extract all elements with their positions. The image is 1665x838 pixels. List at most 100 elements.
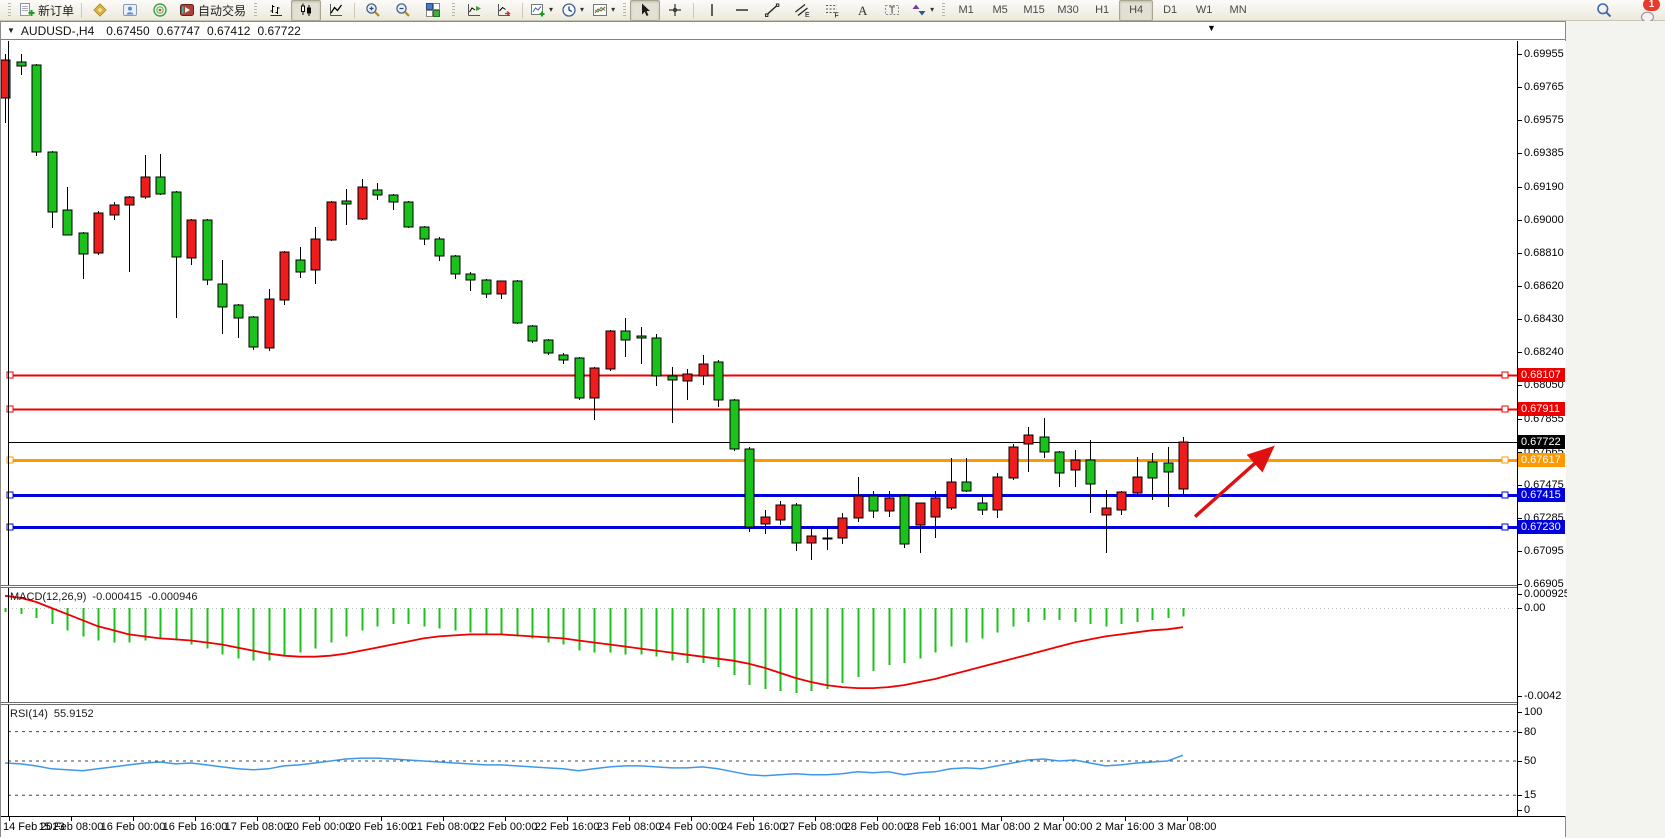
auto-trading-button[interactable]: 自动交易 bbox=[175, 0, 250, 21]
auto-trading-label: 自动交易 bbox=[198, 2, 246, 19]
hline-price-badge: 0.68107 bbox=[1518, 368, 1565, 382]
timeframe-h4-button[interactable]: H4 bbox=[1119, 0, 1153, 21]
text-label-button[interactable]: T bbox=[877, 0, 907, 21]
time-label: 16 Feb 16:00 bbox=[163, 821, 228, 833]
toolbar-separator bbox=[693, 3, 694, 18]
new-chart-button[interactable]: ▾ bbox=[526, 0, 557, 21]
templates-icon bbox=[592, 2, 608, 18]
zoom-in-button[interactable] bbox=[358, 0, 388, 21]
rsi-line bbox=[5, 755, 1183, 776]
horizontal-line-icon bbox=[734, 2, 750, 18]
cursor-button[interactable] bbox=[630, 0, 660, 21]
fibonacci-icon: F bbox=[824, 2, 840, 18]
time-label: 16 Feb 00:00 bbox=[101, 821, 166, 833]
chevron-down-icon: ▾ bbox=[549, 6, 553, 14]
hline-0.67415[interactable] bbox=[7, 492, 1517, 498]
svg-text:E: E bbox=[805, 12, 810, 18]
hline-price-badge: 0.67911 bbox=[1518, 402, 1565, 416]
hline-0.67230[interactable] bbox=[7, 524, 1517, 530]
timeframe-m5-button[interactable]: M5 bbox=[983, 0, 1017, 21]
axis-tick-label: 0 bbox=[1524, 804, 1530, 816]
hline-0.68107[interactable] bbox=[7, 372, 1517, 378]
chart-candles-icon bbox=[298, 2, 314, 18]
chart-shift-button[interactable] bbox=[459, 0, 489, 21]
toolbar-grip bbox=[452, 3, 455, 18]
axis-tick-label: 0.68430 bbox=[1524, 313, 1564, 325]
axis-tick bbox=[1518, 518, 1522, 519]
auto-scroll-button[interactable] bbox=[489, 0, 519, 21]
axis-tick-label: 50 bbox=[1524, 755, 1536, 767]
equidistant-channel-button[interactable]: E bbox=[787, 0, 817, 21]
time-label: 22 Feb 00:00 bbox=[473, 821, 538, 833]
zoom-out-button[interactable] bbox=[388, 0, 418, 21]
price-pane[interactable] bbox=[1, 41, 1517, 585]
axis-tick-label: 80 bbox=[1524, 726, 1536, 738]
time-label: 17 Feb 08:00 bbox=[225, 821, 290, 833]
community-icon bbox=[122, 2, 138, 18]
time-label: 27 Feb 08:00 bbox=[783, 821, 848, 833]
market-gold-button[interactable] bbox=[85, 0, 115, 21]
notifications-button[interactable]: 1 bbox=[1625, 0, 1655, 21]
new-order-button[interactable]: 新订单 bbox=[15, 0, 78, 21]
trendline-button[interactable] bbox=[757, 0, 787, 21]
timeframe-d1-button[interactable]: D1 bbox=[1153, 0, 1187, 21]
main-toolbar: 新订单 自动交易 ▾ ▾ ▾ E FA T ▾ M1M5M15M30H1H4D1W1MN 1 bbox=[0, 0, 1665, 21]
timeframe-m30-button[interactable]: M30 bbox=[1051, 0, 1085, 21]
notification-badge: 1 bbox=[1643, 0, 1660, 11]
toolbar-separator bbox=[522, 3, 523, 18]
search-button[interactable] bbox=[1589, 0, 1619, 21]
timeframe-w1-button[interactable]: W1 bbox=[1187, 0, 1221, 21]
axis-tick bbox=[1518, 153, 1522, 154]
chart-candles-button[interactable] bbox=[291, 0, 321, 21]
macd-name: MACD(12,26,9) bbox=[10, 591, 86, 603]
current-price-badge: 0.67722 bbox=[1518, 435, 1565, 449]
axis-tick bbox=[1518, 253, 1522, 254]
chevron-down-icon: ▾ bbox=[580, 6, 584, 14]
timeframe-m1-button[interactable]: M1 bbox=[949, 0, 983, 21]
axis-tick-label: 0.69765 bbox=[1524, 81, 1564, 93]
timeframe-h1-button[interactable]: H1 bbox=[1085, 0, 1119, 21]
time-label: 22 Feb 16:00 bbox=[535, 821, 600, 833]
chart-line-button[interactable] bbox=[321, 0, 351, 21]
vertical-line-button[interactable] bbox=[697, 0, 727, 21]
tile-windows-button[interactable] bbox=[418, 0, 448, 21]
axis-tick bbox=[1518, 385, 1522, 386]
toolbar-grip bbox=[8, 3, 11, 18]
gold-icon bbox=[92, 2, 108, 18]
fibonacci-button[interactable]: F bbox=[817, 0, 847, 21]
arrow-objects-button[interactable]: ▾ bbox=[907, 0, 938, 21]
hline-0.67617[interactable] bbox=[7, 457, 1517, 463]
zoom-out-icon bbox=[395, 2, 411, 18]
axis-tick-label: 0.69000 bbox=[1524, 214, 1564, 226]
crosshair-button[interactable] bbox=[660, 0, 690, 21]
axis-tick-label: 0.69575 bbox=[1524, 114, 1564, 126]
horizontal-line-button[interactable] bbox=[727, 0, 757, 21]
new-order-label: 新订单 bbox=[38, 2, 74, 19]
symbol-dropdown-icon[interactable]: ▼ bbox=[7, 26, 15, 35]
timeframe-mn-button[interactable]: MN bbox=[1221, 0, 1255, 21]
rsi-pane[interactable] bbox=[1, 705, 1517, 816]
axis-tick bbox=[1518, 187, 1522, 188]
svg-text:T: T bbox=[889, 6, 895, 17]
signals-button[interactable] bbox=[145, 0, 175, 21]
axis-tick bbox=[1518, 54, 1522, 55]
periods-list-button[interactable]: ▾ bbox=[557, 0, 588, 21]
new-chart-icon bbox=[530, 2, 546, 18]
macd-pane[interactable] bbox=[1, 588, 1517, 702]
text-button[interactable]: A bbox=[847, 0, 877, 21]
time-label: 1 Mar 08:00 bbox=[972, 821, 1031, 833]
timeframe-m15-button[interactable]: M15 bbox=[1017, 0, 1051, 21]
community-button[interactable] bbox=[115, 0, 145, 21]
time-axis[interactable]: 14 Feb 202315 Feb 08:0016 Feb 00:0016 Fe… bbox=[1, 816, 1565, 838]
chart-bars-button[interactable] bbox=[261, 0, 291, 21]
chart-shift-marker-icon[interactable]: ▼ bbox=[1207, 24, 1216, 33]
text-label-icon: T bbox=[884, 2, 900, 18]
toolbar-grip bbox=[942, 3, 945, 18]
templates-button[interactable]: ▾ bbox=[588, 0, 619, 21]
hline-0.67911[interactable] bbox=[7, 406, 1517, 412]
hline-price-badge: 0.67230 bbox=[1518, 520, 1565, 534]
chart-line-icon bbox=[328, 2, 344, 18]
trendline-icon bbox=[764, 2, 780, 18]
axis-tick-label: 0.00 bbox=[1524, 602, 1545, 614]
rsi-label: RSI(14)55.9152 bbox=[10, 708, 100, 720]
